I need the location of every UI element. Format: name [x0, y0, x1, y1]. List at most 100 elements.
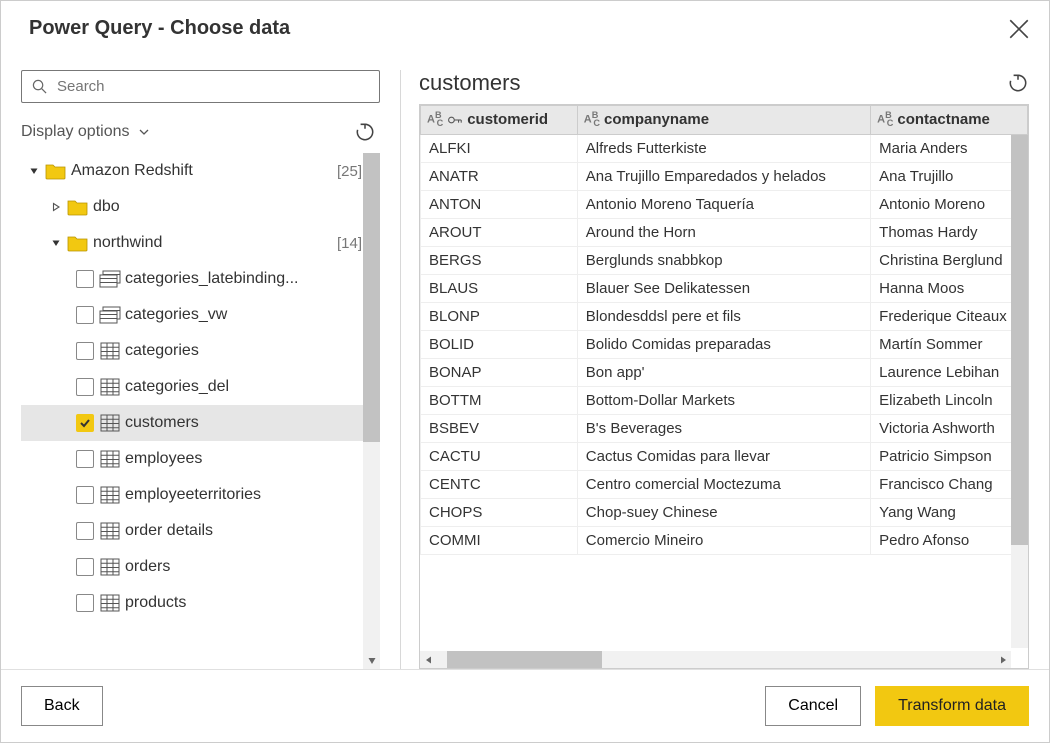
transform-data-button[interactable]: Transform data — [875, 686, 1029, 726]
caret-down-icon[interactable] — [49, 238, 63, 248]
close-icon[interactable] — [1009, 19, 1029, 39]
cell: Chop-suey Chinese — [577, 498, 870, 526]
scroll-down-arrow-icon[interactable] — [367, 656, 377, 666]
caret-down-icon[interactable] — [27, 166, 41, 176]
cancel-button[interactable]: Cancel — [765, 686, 861, 726]
cell: BERGS — [421, 246, 578, 274]
table-row[interactable]: BSBEVB's BeveragesVictoria Ashworth — [421, 414, 1028, 442]
display-options-button[interactable]: Display options — [21, 123, 150, 141]
preview-grid[interactable]: ABCcustomeridABCcompanynameABCcontactnam… — [419, 104, 1029, 669]
checkbox[interactable] — [76, 306, 94, 324]
table-row[interactable]: AROUTAround the HornThomas Hardy — [421, 218, 1028, 246]
checkbox[interactable] — [76, 342, 94, 360]
cell: Around the Horn — [577, 218, 870, 246]
table-icon — [99, 376, 121, 398]
search-input[interactable] — [55, 77, 369, 96]
back-button[interactable]: Back — [21, 686, 103, 726]
tree-item-label: categories_vw — [125, 306, 362, 324]
tree-item-categories_del[interactable]: categories_del — [21, 369, 380, 405]
folder-icon — [45, 160, 67, 182]
tree-item-label: employees — [125, 450, 362, 468]
cell: Blondesddsl pere et fils — [577, 302, 870, 330]
cell: Victoria Ashworth — [871, 414, 1028, 442]
cell: Pedro Afonso — [871, 526, 1028, 554]
view-icon — [99, 268, 121, 290]
tree-item-label: employeeterritories — [125, 486, 362, 504]
checkbox[interactable] — [76, 522, 94, 540]
table-row[interactable]: BOLIDBolido Comidas preparadasMartín Som… — [421, 330, 1028, 358]
column-header-contactname[interactable]: ABCcontactname — [871, 106, 1028, 135]
tree-node-count: [14] — [331, 235, 362, 252]
cell: Bottom-Dollar Markets — [577, 386, 870, 414]
tree-item-label: customers — [125, 414, 362, 432]
table-row[interactable]: CACTUCactus Comidas para llevarPatricio … — [421, 442, 1028, 470]
tree-item-products[interactable]: products — [21, 585, 380, 621]
tree-node-root[interactable]: Amazon Redshift[25] — [21, 153, 380, 189]
folder-icon — [67, 196, 89, 218]
tree-node-northwind[interactable]: northwind[14] — [21, 225, 380, 261]
tree-item-label: categories_latebinding... — [125, 270, 362, 288]
checkbox[interactable] — [76, 486, 94, 504]
checkbox[interactable] — [76, 558, 94, 576]
tree-item-categories_latebinding-[interactable]: categories_latebinding... — [21, 261, 380, 297]
table-row[interactable]: ANTONAntonio Moreno TaqueríaAntonio More… — [421, 190, 1028, 218]
grid-vertical-scrollbar[interactable] — [1011, 135, 1028, 648]
table-row[interactable]: BLAUSBlauer See DelikatessenHanna Moos — [421, 274, 1028, 302]
tree-item-customers[interactable]: customers — [21, 405, 380, 441]
table-icon — [99, 556, 121, 578]
search-box[interactable] — [21, 70, 380, 103]
cell: ANTON — [421, 190, 578, 218]
caret-right-icon[interactable] — [49, 202, 63, 212]
refresh-preview-button[interactable] — [1007, 72, 1029, 94]
tree-node-label: dbo — [93, 198, 362, 216]
checkbox[interactable] — [76, 270, 94, 288]
table-row[interactable]: COMMIComercio MineiroPedro Afonso — [421, 526, 1028, 554]
window-title: Power Query - Choose data — [29, 17, 290, 40]
navigator-pane: Display options Amazon Redshift[25] dbo no… — [21, 70, 401, 669]
table-row[interactable]: CENTCCentro comercial MoctezumaFrancisco… — [421, 470, 1028, 498]
tree-item-employees[interactable]: employees — [21, 441, 380, 477]
navigator-tree: Amazon Redshift[25] dbo northwind[14] categ… — [21, 153, 380, 669]
tree-item-categories_vw[interactable]: categories_vw — [21, 297, 380, 333]
cell: Berglunds snabbkop — [577, 246, 870, 274]
checkbox[interactable] — [76, 450, 94, 468]
checkbox[interactable] — [76, 378, 94, 396]
tree-item-employeeterritories[interactable]: employeeterritories — [21, 477, 380, 513]
column-header-customerid[interactable]: ABCcustomerid — [421, 106, 578, 135]
table-row[interactable]: BOTTMBottom-Dollar MarketsElizabeth Linc… — [421, 386, 1028, 414]
cell: Blauer See Delikatessen — [577, 274, 870, 302]
table-row[interactable]: ALFKIAlfreds FutterkisteMaria Anders — [421, 134, 1028, 162]
view-icon — [99, 304, 121, 326]
tree-node-count: [25] — [331, 163, 362, 180]
grid-horizontal-scrollbar[interactable] — [420, 651, 1011, 668]
cell: Frederique Citeaux — [871, 302, 1028, 330]
preview-title: customers — [419, 70, 520, 96]
column-header-companyname[interactable]: ABCcompanyname — [577, 106, 870, 135]
tree-item-categories[interactable]: categories — [21, 333, 380, 369]
table-row[interactable]: BONAPBon app'Laurence Lebihan — [421, 358, 1028, 386]
tree-item-order-details[interactable]: order details — [21, 513, 380, 549]
refresh-nav-button[interactable] — [354, 121, 376, 143]
table-row[interactable]: ANATRAna Trujillo Emparedados y heladosA… — [421, 162, 1028, 190]
column-label: contactname — [897, 111, 990, 128]
cell: CENTC — [421, 470, 578, 498]
scroll-right-arrow-icon[interactable] — [994, 651, 1011, 668]
cell: AROUT — [421, 218, 578, 246]
cell: Hanna Moos — [871, 274, 1028, 302]
checkbox[interactable] — [76, 414, 94, 432]
table-icon — [99, 448, 121, 470]
cell: CACTU — [421, 442, 578, 470]
nav-scrollbar[interactable] — [363, 153, 380, 669]
cell: BLONP — [421, 302, 578, 330]
scroll-left-arrow-icon[interactable] — [420, 651, 437, 668]
folder-icon — [67, 232, 89, 254]
tree-item-orders[interactable]: orders — [21, 549, 380, 585]
tree-node-dbo[interactable]: dbo — [21, 189, 380, 225]
table-row[interactable]: BLONPBlondesddsl pere et filsFrederique … — [421, 302, 1028, 330]
table-row[interactable]: BERGSBerglunds snabbkopChristina Berglun… — [421, 246, 1028, 274]
table-row[interactable]: CHOPSChop-suey ChineseYang Wang — [421, 498, 1028, 526]
table-icon — [99, 340, 121, 362]
column-label: customerid — [467, 111, 548, 128]
search-icon — [32, 79, 47, 94]
checkbox[interactable] — [76, 594, 94, 612]
